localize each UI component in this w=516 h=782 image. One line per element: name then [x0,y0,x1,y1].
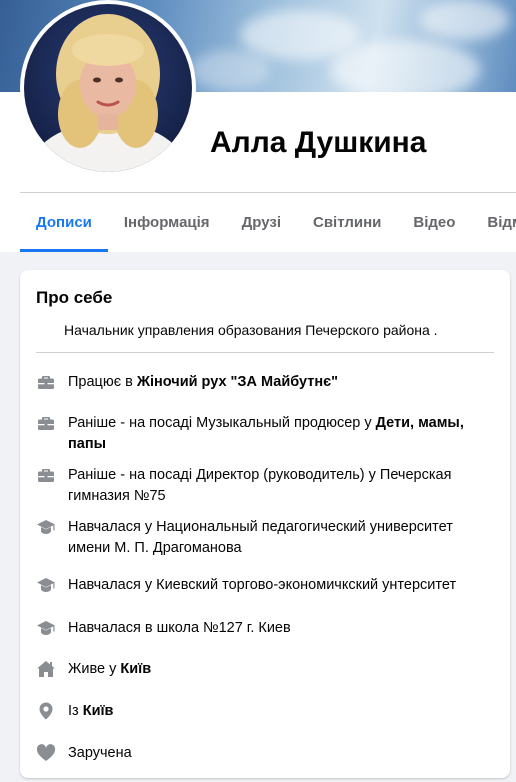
heart-icon [36,743,56,763]
info-text: Працює в Жіночий рух "ЗА Майбутнє" [68,374,338,390]
info-row-work-previous: Раніше - на посаді Музыкальный продюсер … [36,413,486,455]
info-row-education: Навчалася у Национальный педагогический … [36,517,486,559]
info-row-education-2: Навчалася у Киевский торгово-экономичкск… [36,575,486,596]
briefcase-icon [36,372,56,392]
tab-posts[interactable]: Дописи [20,193,108,252]
info-text: Раніше - на посаді Директор (руководител… [68,467,452,504]
bio-text: Начальник управления образования Печерск… [64,322,438,338]
profile-name: Алла Душкина [210,126,427,159]
briefcase-icon [36,413,56,433]
graduation-cap-icon [36,618,56,638]
info-text: Навчалася у Киевский торгово-экономичкск… [68,577,457,593]
info-text: Навчалася у Национальный педагогический … [68,519,453,556]
city-link[interactable]: Київ [83,703,114,719]
info-row-lives-in: Живе у Київ [36,659,486,680]
info-row-work: Працює в Жіночий рух "ЗА Майбутнє" [36,372,486,393]
city-link[interactable]: Київ [120,661,151,677]
info-text: Навчалася в школа №127 г. Киев [68,620,291,636]
about-card: Про себе Начальник управления образовани… [20,270,510,778]
info-row-work-previous-2: Раніше - на посаді Директор (руководител… [36,465,486,507]
briefcase-icon [36,465,56,485]
info-text: Заручена [68,745,132,761]
about-divider [36,352,494,353]
graduation-cap-icon [36,575,56,595]
tab-photos[interactable]: Світлини [297,193,397,252]
location-pin-icon [36,701,56,721]
profile-tabs: Дописи Інформація Друзі Світлини Відео В… [20,193,516,252]
about-title: Про себе [36,288,113,307]
info-row-school: Навчалася в школа №127 г. Киев [36,618,486,639]
profile-photo[interactable] [24,4,192,172]
info-row-hometown: Із Київ [36,701,486,722]
tab-about[interactable]: Інформація [108,193,226,252]
avatar[interactable] [20,0,196,176]
graduation-cap-icon [36,517,56,537]
info-row-relationship: Заручена [36,743,486,764]
profile-header: Алла Душкина Дописи Інформація Друзі Сві… [0,0,516,252]
tab-friends[interactable]: Друзі [226,193,297,252]
workplace-link[interactable]: Жіночий рух "ЗА Майбутнє" [137,374,338,390]
tab-checkins[interactable]: Відмі [471,193,516,252]
info-text: Із Київ [68,703,114,719]
info-text: Раніше - на посаді Музыкальный продюсер … [68,415,464,452]
info-text: Живе у Київ [68,661,152,677]
home-icon [36,659,56,679]
tab-videos[interactable]: Відео [397,193,471,252]
